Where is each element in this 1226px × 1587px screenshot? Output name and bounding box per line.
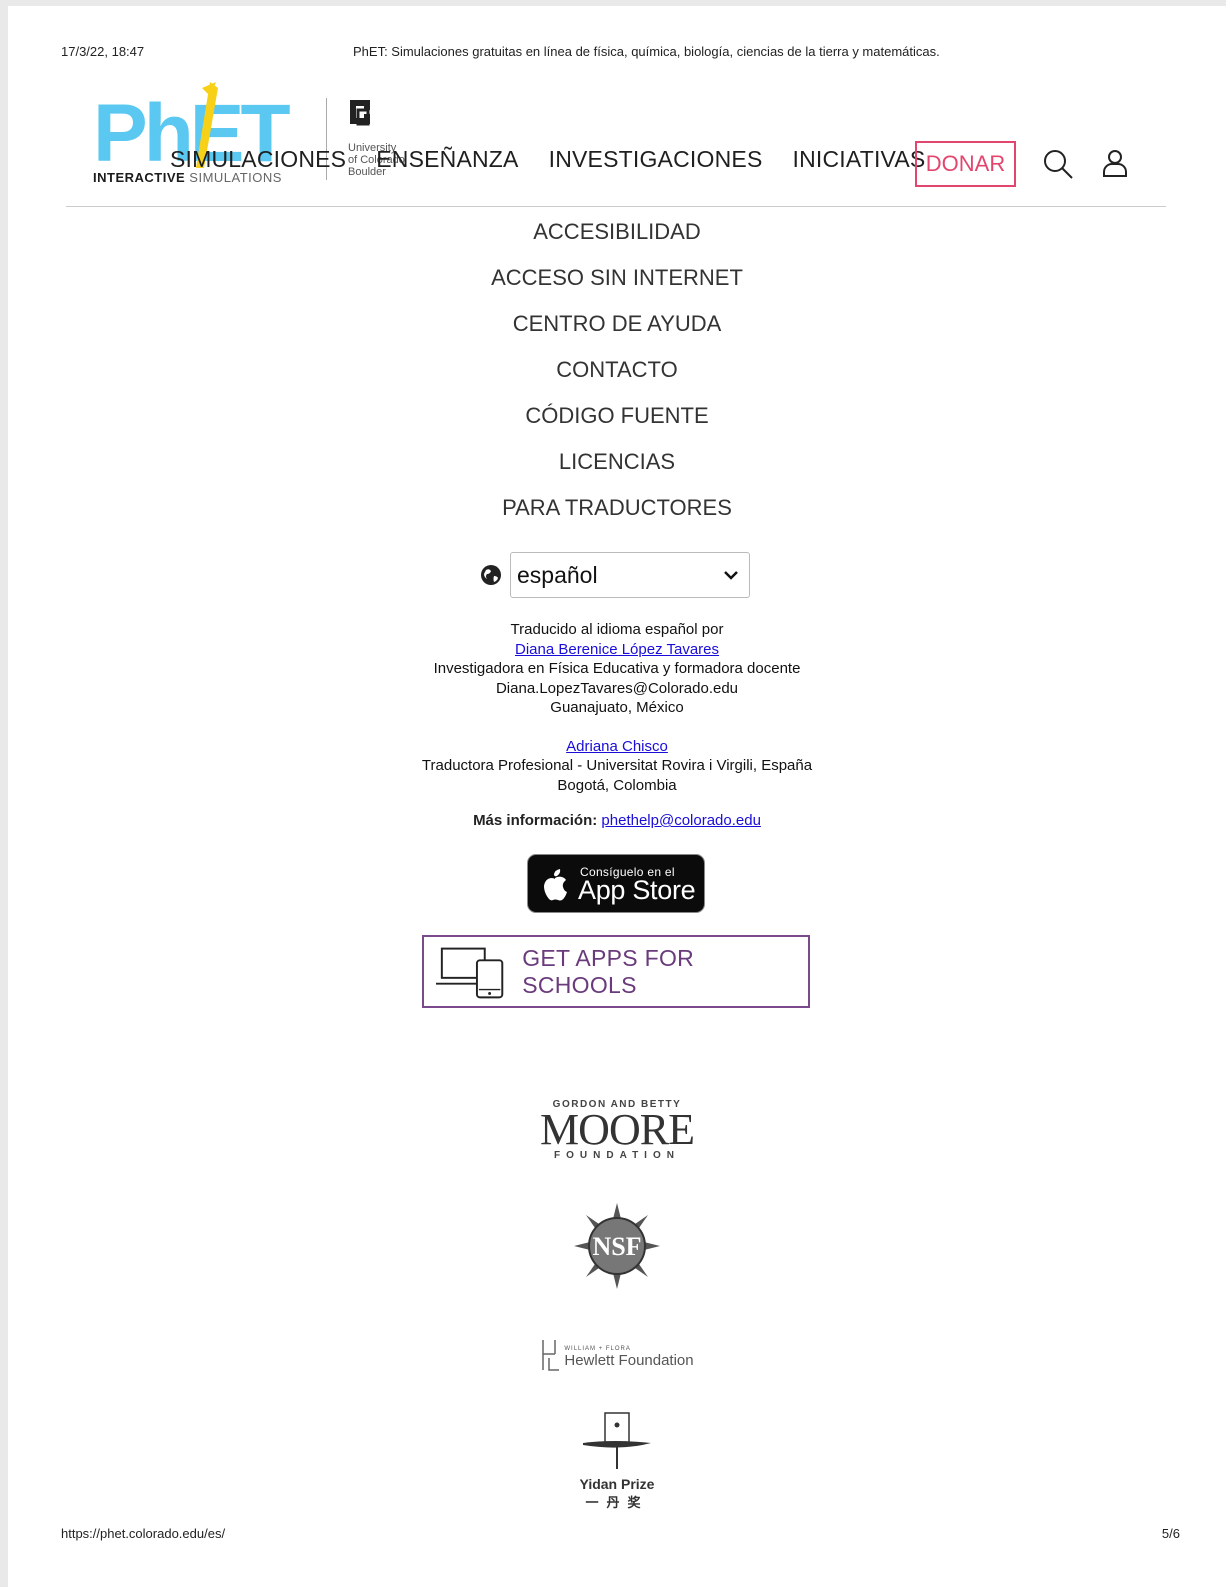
phet-logo[interactable]: PhET INTERACTIVE SIMULATIONS [93, 82, 313, 189]
nav-simulaciones[interactable]: SIMULACIONES [170, 146, 346, 173]
footer-link-contacto[interactable]: CONTACTO [8, 347, 1226, 393]
translator2-location: Bogotá, Colombia [557, 776, 677, 794]
get-apps-for-schools-button[interactable]: GET APPS FOR SCHOOLS [422, 935, 810, 1008]
chevron-down-icon [724, 571, 738, 580]
footer-link-accesibilidad[interactable]: ACCESIBILIDAD [8, 209, 1226, 255]
more-info-email-link[interactable]: phethelp@colorado.edu [601, 812, 761, 829]
app-store-badge[interactable]: Consíguelo en el App Store [527, 854, 705, 913]
language-selected: español [517, 561, 598, 588]
more-info-label: Más información: [473, 812, 598, 829]
footer-link-centro-de-ayuda[interactable]: CENTRO DE AYUDA [8, 301, 1226, 347]
nav-divider [66, 206, 1166, 207]
translator2-role: Traductora Profesional - Universitat Rov… [421, 757, 813, 774]
devices-icon [436, 947, 504, 998]
more-info: Más información: phethelp@colorado.edu [8, 812, 1226, 829]
nsf-seal-icon: NSF [574, 1203, 660, 1289]
print-datetime: 17/3/22, 18:47 [61, 44, 145, 59]
cu-logo-icon [350, 100, 370, 126]
hewlett-foundation-logo[interactable]: WILLIAM + FLORA Hewlett Foundation [8, 1338, 1226, 1372]
footer-links: ACCESIBILIDAD ACCESO SIN INTERNET CENTRO… [8, 209, 1226, 531]
nav-iniciativas[interactable]: INICIATIVAS [792, 146, 925, 173]
credits-intro: Traducido al idioma español por [510, 621, 724, 638]
footer-link-codigo-fuente[interactable]: CÓDIGO FUENTE [8, 393, 1226, 439]
nav-ensenanza[interactable]: ENSEÑANZA [376, 146, 518, 173]
translator1-link[interactable]: Diana Berenice López Tavares [515, 641, 719, 658]
apple-icon [544, 869, 567, 901]
hewlett-mark-icon [542, 1340, 560, 1371]
site-navigation: PhET INTERACTIVE SIMULATIONS University … [8, 82, 1226, 206]
translation-credits: Traducido al idioma español por Diana Be… [8, 620, 1226, 795]
globe-icon [481, 565, 501, 585]
translator1-role: Investigadora en Física Educativa y form… [433, 660, 801, 677]
app-store-big-text: App Store [578, 875, 696, 905]
moore-foundation-logo[interactable]: GORDON AND BETTY MOORE FOUNDATION [8, 1099, 1226, 1161]
language-selector: español [480, 552, 750, 598]
translator2-link[interactable]: Adriana Chisco [566, 738, 668, 755]
nav-investigaciones[interactable]: INVESTIGACIONES [549, 146, 763, 173]
user-icon[interactable] [1099, 148, 1131, 180]
footer-link-acceso-sin-internet[interactable]: ACCESO SIN INTERNET [8, 255, 1226, 301]
translator1-location: Guanajuato, México [550, 699, 684, 716]
search-icon[interactable] [1042, 148, 1074, 180]
language-dropdown[interactable]: español [510, 552, 750, 598]
footer-link-licencias[interactable]: LICENCIAS [8, 439, 1226, 485]
yidan-mark-icon [583, 1412, 651, 1469]
nav-links: SIMULACIONES ENSEÑANZA INVESTIGACIONES I… [170, 146, 955, 173]
svg-text:NSF: NSF [592, 1232, 641, 1261]
page: 17/3/22, 18:47 PhET: Simulaciones gratui… [8, 6, 1226, 1587]
footer-link-para-traductores[interactable]: PARA TRADUCTORES [8, 485, 1226, 531]
translator1-email: Diana.LopezTavares@Colorado.edu [495, 679, 739, 697]
get-apps-label: GET APPS FOR SCHOOLS [522, 944, 695, 998]
donate-button[interactable]: DONAR [915, 141, 1016, 187]
print-title: PhET: Simulaciones gratuitas en línea de… [353, 44, 940, 59]
nsf-logo[interactable]: NSF [8, 1201, 1226, 1291]
yidan-prize-logo[interactable]: Yidan Prize 一丹奖 [8, 1411, 1226, 1511]
print-page-number: 5/6 [1161, 1526, 1180, 1541]
print-url: https://phet.colorado.edu/es/ [61, 1526, 226, 1541]
